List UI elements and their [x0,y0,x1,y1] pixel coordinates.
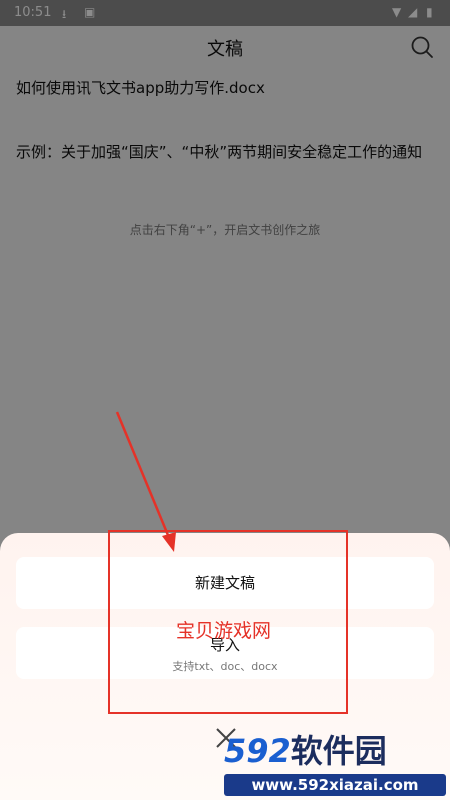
logo-number: 592 [224,732,291,770]
logo-name: 软件园 [290,732,387,770]
site-logo: 592软件园 www.592xiazai.com [224,728,446,796]
watermark-text: 宝贝游戏网 [176,620,272,642]
logo-url: www.592xiazai.com [224,774,446,796]
logo-main: 592软件园 [224,728,446,774]
